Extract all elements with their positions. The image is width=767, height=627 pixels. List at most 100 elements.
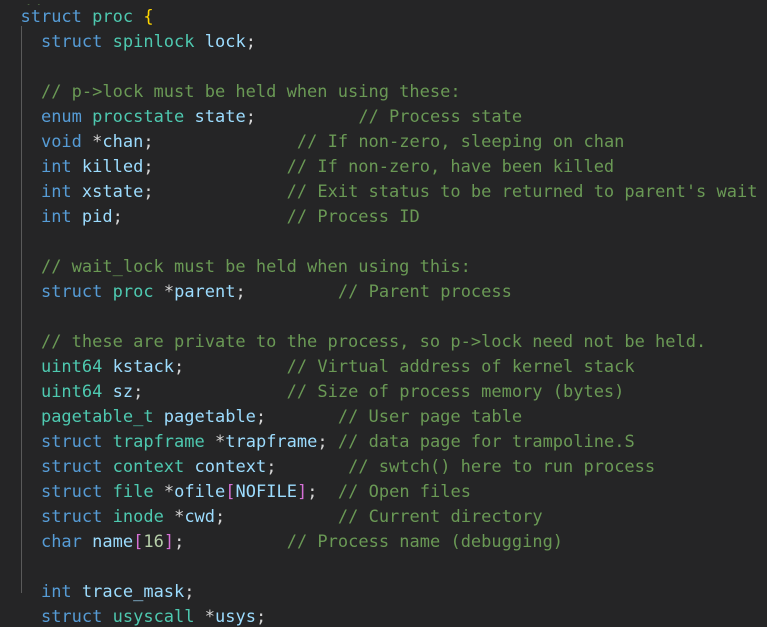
- code-token: struct: [40, 32, 103, 52]
- code-token: ]: [163, 532, 175, 552]
- code-token: // Virtual address of kernel stack: [286, 357, 635, 377]
- code-token: int: [40, 157, 72, 177]
- line-comment-plock[interactable]: // p->lock must be held when using these…: [0, 80, 767, 105]
- line-blank-3[interactable]: [0, 305, 767, 330]
- code-token: xstate: [81, 182, 144, 202]
- code-token: ;: [266, 457, 277, 477]
- code-token: // Open files: [337, 482, 471, 502]
- line-partial-top[interactable]: //: [0, 0, 767, 5]
- line-kstack[interactable]: uint64 kstack; // Virtual address of ker…: [0, 355, 767, 380]
- code-token: procstate: [92, 107, 185, 127]
- line-struct-proc-open[interactable]: struct proc {: [0, 5, 767, 30]
- code-token: int: [40, 207, 72, 227]
- code-token: *: [92, 132, 103, 152]
- code-token: kstack: [112, 357, 175, 377]
- code-token: 16: [143, 532, 164, 552]
- line-sz[interactable]: uint64 sz; // Size of process memory (by…: [0, 380, 767, 405]
- code-token: file: [112, 482, 154, 502]
- code-content[interactable]: // struct proc { struct spinlock lock; /…: [0, 0, 767, 627]
- code-token: {: [143, 7, 154, 27]
- line-cwd[interactable]: struct inode *cwd; // Current directory: [0, 505, 767, 530]
- code-token: ;: [143, 132, 154, 152]
- code-token: // Size of process memory (bytes): [286, 382, 625, 402]
- code-token: context: [112, 457, 185, 477]
- line-blank-2[interactable]: [0, 230, 767, 255]
- line-name[interactable]: char name[16]; // Process name (debuggin…: [0, 530, 767, 555]
- line-pid[interactable]: int pid; // Process ID: [0, 205, 767, 230]
- line-parent[interactable]: struct proc *parent; // Parent process: [0, 280, 767, 305]
- code-token: int: [40, 182, 72, 202]
- code-token: [: [133, 532, 144, 552]
- code-token: [: [225, 482, 236, 502]
- code-token: ;: [307, 482, 318, 502]
- line-ofile[interactable]: struct file *ofile[NOFILE]; // Open file…: [0, 480, 767, 505]
- line-chan[interactable]: void *chan; // If non-zero, sleeping on …: [0, 130, 767, 155]
- code-token: ;: [255, 607, 267, 627]
- line-trapframe[interactable]: struct trapframe *trapframe; // data pag…: [0, 430, 767, 455]
- code-token: struct: [20, 7, 82, 27]
- code-token: proc: [112, 282, 154, 302]
- line-comment-private[interactable]: // these are private to the process, so …: [0, 330, 767, 355]
- line-killed[interactable]: int killed; // If non-zero, have been ki…: [0, 155, 767, 180]
- line-blank-1[interactable]: [0, 55, 767, 80]
- code-token: uint64: [40, 382, 103, 402]
- code-token: ;: [184, 582, 195, 602]
- line-state[interactable]: enum procstate state; // Process state: [0, 105, 767, 130]
- line-blank-4[interactable]: [0, 555, 767, 580]
- code-token: ;: [317, 432, 328, 452]
- code-token: // Parent process: [337, 282, 512, 302]
- code-token: ;: [174, 357, 185, 377]
- line-trace-mask[interactable]: int trace_mask;: [0, 580, 767, 605]
- line-comment-waitlock[interactable]: // wait_lock must be held when using thi…: [0, 255, 767, 280]
- code-token: ;: [245, 107, 256, 127]
- code-token: inode: [112, 507, 164, 527]
- line-pagetable[interactable]: pagetable_t pagetable; // User page tabl…: [0, 405, 767, 430]
- code-token: // data page for trampoline.S: [337, 432, 635, 452]
- code-token: proc: [92, 7, 134, 27]
- line-xstate[interactable]: int xstate; // Exit status to be returne…: [0, 180, 767, 205]
- code-editor-viewport[interactable]: // struct proc { struct spinlock lock; /…: [0, 0, 767, 627]
- line-spinlock-lock[interactable]: struct spinlock lock;: [0, 30, 767, 55]
- line-context[interactable]: struct context context; // swtch() here …: [0, 455, 767, 480]
- code-token: name: [92, 532, 134, 552]
- code-token: ;: [143, 182, 154, 202]
- code-token: // wait_lock must be held when using thi…: [40, 257, 471, 277]
- code-token: pid: [81, 207, 113, 227]
- code-token: *: [163, 482, 175, 502]
- code-token: trapframe: [112, 432, 205, 452]
- code-token: ;: [133, 382, 144, 402]
- code-token: enum: [40, 107, 82, 127]
- line-usys[interactable]: struct usyscall *usys;: [0, 605, 767, 627]
- code-token: *: [204, 607, 216, 627]
- code-token: *: [163, 282, 175, 302]
